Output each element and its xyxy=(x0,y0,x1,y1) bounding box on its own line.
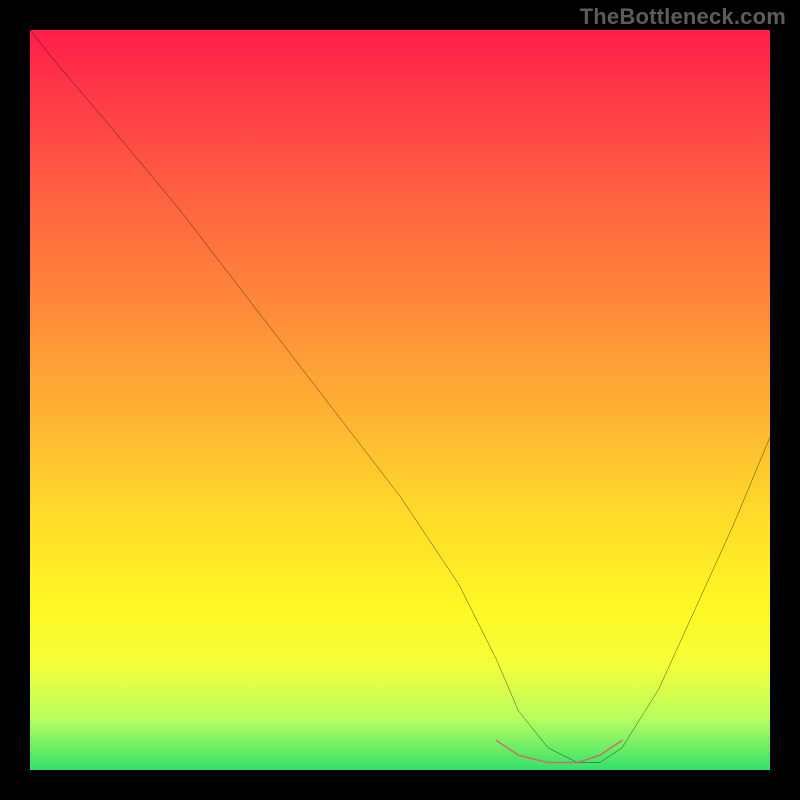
plot-area xyxy=(30,30,770,770)
watermark-text: TheBottleneck.com xyxy=(580,4,786,30)
bottom-highlight-path xyxy=(496,740,622,762)
chart-frame: TheBottleneck.com xyxy=(0,0,800,800)
curve-layer xyxy=(30,30,770,770)
main-curve-path xyxy=(30,30,770,763)
